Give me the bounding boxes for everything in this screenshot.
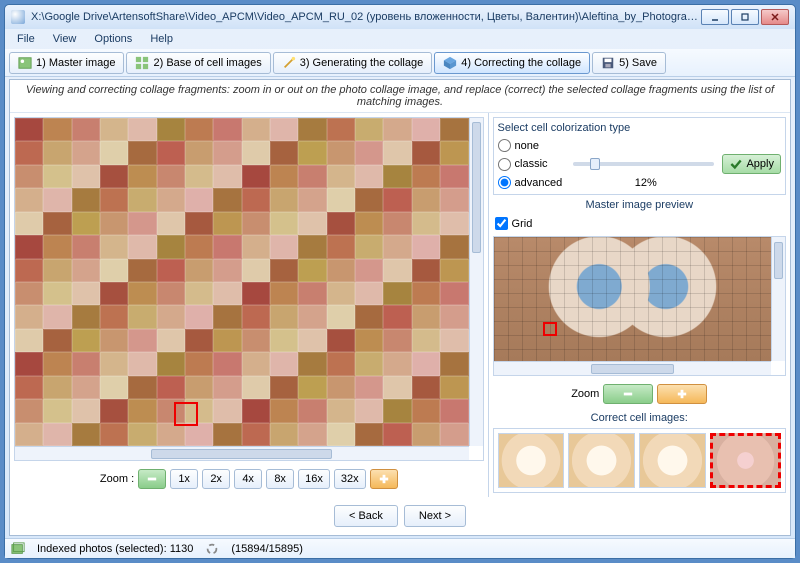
plus-icon: [377, 472, 391, 486]
grid-icon: [135, 56, 149, 70]
tab-label: 5) Save: [619, 57, 657, 69]
photos-icon: [11, 542, 25, 556]
preview-zoom-label: Zoom: [571, 388, 599, 400]
grid-label: Grid: [512, 218, 533, 230]
tab-label: 4) Correcting the collage: [461, 57, 581, 69]
radio-classic[interactable]: [498, 158, 511, 171]
cube-icon: [443, 56, 457, 70]
radio-classic-label: classic: [515, 158, 565, 170]
zoom-in-button[interactable]: [370, 469, 398, 489]
slider-percent: 12%: [569, 177, 723, 189]
minus-icon: [145, 472, 159, 486]
preview-zoom-controls: Zoom: [493, 380, 786, 408]
zoom-2x-button[interactable]: 2x: [202, 469, 230, 489]
colorization-title: Select cell colorization type: [498, 122, 781, 134]
candidate-cell-4-selected[interactable]: [710, 433, 781, 488]
menubar: File View Options Help: [5, 29, 795, 49]
zoom-8x-button[interactable]: 8x: [266, 469, 294, 489]
radio-none-row: none: [498, 138, 781, 153]
slider-thumb[interactable]: [590, 158, 600, 170]
candidate-cell-1[interactable]: [498, 433, 565, 488]
check-icon: [729, 157, 743, 171]
radio-advanced[interactable]: [498, 176, 511, 189]
tab-label: 1) Master image: [36, 57, 115, 69]
zoom-1x-button[interactable]: 1x: [170, 469, 198, 489]
tab-master-image[interactable]: 1) Master image: [9, 52, 124, 74]
status-progress: (15894/15895): [231, 543, 303, 555]
candidate-cell-3[interactable]: [639, 433, 706, 488]
minus-icon: [621, 387, 635, 401]
back-button[interactable]: < Back: [334, 505, 398, 527]
statusbar: Indexed photos (selected): 1130 (15894/1…: [5, 538, 795, 558]
save-icon: [601, 56, 615, 70]
zoom-controls: Zoom : 1x 2x 4x 8x 16x 32x: [14, 465, 484, 493]
cells-title: Correct cell images:: [493, 412, 786, 424]
content-area: Viewing and correcting collage fragments…: [9, 79, 791, 536]
preview-selection-marker: [543, 322, 557, 336]
menu-file[interactable]: File: [9, 31, 43, 47]
grid-checkbox[interactable]: [495, 217, 508, 230]
preview-viewport[interactable]: [493, 236, 786, 376]
right-pane: Select cell colorization type none class…: [489, 113, 790, 497]
left-pane: Zoom : 1x 2x 4x 8x 16x 32x: [10, 113, 489, 497]
tab-label: 3) Generating the collage: [300, 57, 424, 69]
radio-none-label: none: [515, 140, 539, 152]
zoom-4x-button[interactable]: 4x: [234, 469, 262, 489]
tab-correcting[interactable]: 4) Correcting the collage: [434, 52, 590, 74]
preview-image[interactable]: [494, 237, 771, 361]
minimize-button[interactable]: [701, 9, 729, 25]
preview-horizontal-scrollbar[interactable]: [494, 361, 771, 375]
zoom-label: Zoom :: [100, 473, 134, 485]
candidate-cell-2[interactable]: [568, 433, 635, 488]
preview-zoom-in-button[interactable]: [657, 384, 707, 404]
image-icon: [18, 56, 32, 70]
status-indexed: Indexed photos (selected): 1130: [37, 543, 193, 555]
radio-advanced-label: advanced: [515, 177, 565, 189]
zoom-out-button[interactable]: [138, 469, 166, 489]
tab-label: 2) Base of cell images: [153, 57, 261, 69]
tab-generating[interactable]: 3) Generating the collage: [273, 52, 433, 74]
step-toolbar: 1) Master image 2) Base of cell images 3…: [5, 49, 795, 77]
menu-options[interactable]: Options: [86, 31, 140, 47]
window-title: X:\Google Drive\ArtensoftShare\Video_APC…: [31, 11, 701, 23]
maximize-button[interactable]: [731, 9, 759, 25]
colorization-panel: Select cell colorization type none class…: [493, 117, 786, 195]
horizontal-scrollbar[interactable]: [15, 446, 469, 460]
apply-label: Apply: [746, 158, 774, 170]
preview-title: Master image preview: [493, 199, 786, 211]
candidate-cells: [493, 428, 786, 493]
collage-image[interactable]: [15, 118, 469, 446]
menu-help[interactable]: Help: [142, 31, 181, 47]
next-button[interactable]: Next >: [404, 505, 466, 527]
menu-view[interactable]: View: [45, 31, 85, 47]
spinner-icon: [205, 542, 219, 556]
radio-classic-row: classic Apply: [498, 153, 781, 175]
vertical-scrollbar[interactable]: [469, 118, 483, 446]
panes: Zoom : 1x 2x 4x 8x 16x 32x Select cell c…: [10, 113, 790, 497]
apply-button[interactable]: Apply: [722, 154, 781, 174]
wand-icon: [282, 56, 296, 70]
app-icon: [11, 10, 25, 24]
titlebar: X:\Google Drive\ArtensoftShare\Video_APC…: [5, 5, 795, 29]
tab-save[interactable]: 5) Save: [592, 52, 666, 74]
nav-buttons: < Back Next >: [10, 497, 790, 535]
grid-checkbox-row: Grid: [493, 215, 786, 232]
radio-none[interactable]: [498, 139, 511, 152]
instruction-text: Viewing and correcting collage fragments…: [10, 80, 790, 113]
zoom-16x-button[interactable]: 16x: [298, 469, 330, 489]
preview-grid-overlay: [494, 237, 771, 361]
radio-advanced-row: advanced 12%: [498, 175, 781, 190]
app-window: X:\Google Drive\ArtensoftShare\Video_APC…: [4, 4, 796, 559]
window-controls: [701, 9, 789, 25]
selected-cell-marker: [174, 402, 198, 426]
preview-vertical-scrollbar[interactable]: [771, 237, 785, 361]
colorization-slider[interactable]: [573, 162, 715, 166]
tab-base-images[interactable]: 2) Base of cell images: [126, 52, 270, 74]
close-button[interactable]: [761, 9, 789, 25]
plus-icon: [675, 387, 689, 401]
preview-zoom-out-button[interactable]: [603, 384, 653, 404]
collage-viewport[interactable]: [14, 117, 484, 461]
zoom-32x-button[interactable]: 32x: [334, 469, 366, 489]
